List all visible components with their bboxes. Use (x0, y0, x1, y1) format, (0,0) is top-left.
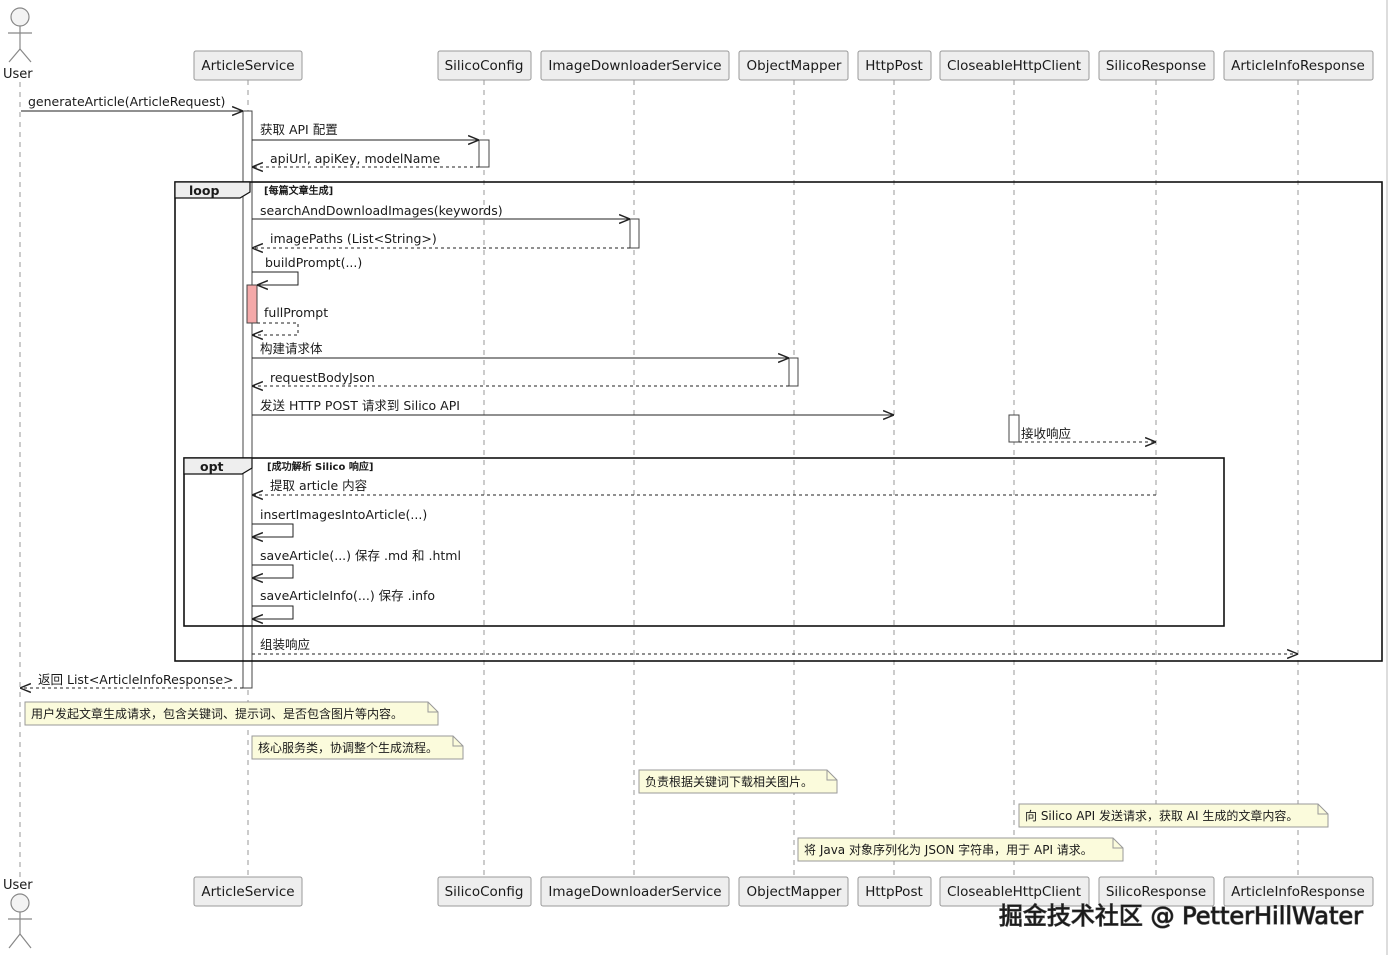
sequence-diagram: User User ArticleService SilicoConfig Im… (3, 0, 1388, 955)
message-label-17: 返回 List<ArticleInfoResponse> (38, 672, 234, 687)
activation-build-prompt (246, 284, 258, 324)
note-article-service: 核心服务类，协调整个生成流程。 (251, 735, 464, 760)
participant-object-mapper: ObjectMapper (738, 50, 849, 81)
activation-closeable-http-client (1008, 414, 1020, 443)
message-label-3: apiUrl, apiKey, modelName (270, 151, 441, 166)
participant-silico-config: SilicoConfig (437, 876, 532, 907)
participant-image-downloader-service: ImageDownloaderService (540, 876, 730, 907)
participant-image-downloader-service: ImageDownloaderService (540, 50, 730, 81)
message-label-15: saveArticleInfo(...) 保存 .info (260, 588, 435, 603)
message-label-11: 接收响应 (1021, 426, 1071, 441)
note-closeable-http-client: 向 Silico API 发送请求，获取 AI 生成的文章内容。 (1018, 803, 1329, 828)
participant-label: SilicoResponse (1106, 58, 1206, 74)
participant-article-service: ArticleService (193, 50, 303, 81)
message-label-4: searchAndDownloadImages(keywords) (260, 203, 503, 218)
message-label-16: 组装响应 (260, 637, 310, 652)
actor-user-top-icon (8, 7, 32, 63)
participant-label: ImageDownloaderService (548, 884, 721, 900)
lifelines (19, 80, 1299, 878)
activation-object-mapper (788, 357, 799, 387)
message-label-10: 发送 HTTP POST 请求到 Silico API (260, 398, 460, 413)
participant-label: CloseableHttpClient (947, 58, 1081, 74)
loop-guard: [每篇文章生成] (264, 184, 333, 197)
participant-label: ArticleInfoResponse (1231, 884, 1365, 900)
opt-guard: [成功解析 Silico 响应] (267, 460, 373, 473)
participant-label: ImageDownloaderService (548, 58, 721, 74)
message-arrow-7 (253, 322, 299, 335)
participant-label: SilicoResponse (1106, 884, 1206, 900)
message-arrow-13 (252, 523, 294, 537)
participant-label: SilicoConfig (445, 58, 524, 74)
participant-http-post: HttpPost (857, 50, 932, 81)
participant-label: ArticleInfoResponse (1231, 58, 1365, 74)
message-label-9: requestBodyJson (270, 370, 375, 385)
note-text: 向 Silico API 发送请求，获取 AI 生成的文章内容。 (1025, 808, 1298, 823)
participant-article-service: ArticleService (193, 876, 303, 907)
actor-user-bottom-label: User (3, 878, 33, 893)
message-label-1: generateArticle(ArticleRequest) (28, 94, 225, 109)
activation-silico-config (478, 139, 490, 168)
participants-top: ArticleService SilicoConfig ImageDownloa… (193, 50, 1374, 81)
participant-label: ObjectMapper (747, 884, 842, 900)
participant-label: ArticleService (201, 884, 294, 900)
participant-label: HttpPost (865, 884, 923, 900)
message-label-12: 提取 article 内容 (270, 478, 367, 493)
participant-closeable-http-client: CloseableHttpClient (939, 50, 1090, 81)
message-label-8: 构建请求体 (260, 341, 323, 356)
participant-article-info-response: ArticleInfoResponse (1223, 50, 1374, 81)
note-image-downloader: 负责根据关键词下载相关图片。 (638, 769, 838, 794)
participant-label: ArticleService (201, 58, 294, 74)
note-user: 用户发起文章生成请求，包含关键词、提示词、是否包含图片等内容。 (24, 701, 439, 726)
activation-article-service (242, 110, 253, 689)
participant-silico-response: SilicoResponse (1098, 50, 1215, 81)
message-label-13: insertImagesIntoArticle(...) (260, 507, 427, 522)
message-label-14: saveArticle(...) 保存 .md 和 .html (260, 548, 461, 563)
participant-label: CloseableHttpClient (947, 884, 1081, 900)
message-label-6: buildPrompt(...) (265, 255, 362, 270)
watermark: 掘金技术社区 @ PetterHillWater (999, 902, 1363, 930)
message-label-7: fullPrompt (264, 305, 328, 320)
message-label-2: 获取 API 配置 (260, 122, 338, 137)
note-object-mapper: 将 Java 对象序列化为 JSON 字符串，用于 API 请求。 (797, 837, 1124, 862)
note-text: 将 Java 对象序列化为 JSON 字符串，用于 API 请求。 (804, 842, 1093, 857)
participant-label: ObjectMapper (747, 58, 842, 74)
participant-label: HttpPost (865, 58, 923, 74)
opt-keyword: opt (200, 459, 224, 474)
message-arrow-6 (252, 271, 299, 285)
actor-user-bottom-icon (8, 893, 32, 949)
participant-http-post: HttpPost (857, 876, 932, 907)
participant-label: SilicoConfig (445, 884, 524, 900)
note-text: 用户发起文章生成请求，包含关键词、提示词、是否包含图片等内容。 (31, 706, 403, 721)
message-label-5: imagePaths (List<String>) (270, 231, 437, 246)
activation-image-downloader (629, 218, 640, 249)
loop-keyword: loop (189, 183, 219, 198)
note-text: 核心服务类，协调整个生成流程。 (258, 740, 438, 755)
notes: 用户发起文章生成请求，包含关键词、提示词、是否包含图片等内容。 核心服务类，协调… (24, 701, 1329, 862)
message-arrow-14 (252, 564, 294, 578)
participant-object-mapper: ObjectMapper (738, 876, 849, 907)
message-arrow-15 (252, 605, 294, 619)
participant-silico-config: SilicoConfig (437, 50, 532, 81)
actor-user-top-label: User (3, 67, 33, 82)
note-text: 负责根据关键词下载相关图片。 (645, 775, 813, 789)
